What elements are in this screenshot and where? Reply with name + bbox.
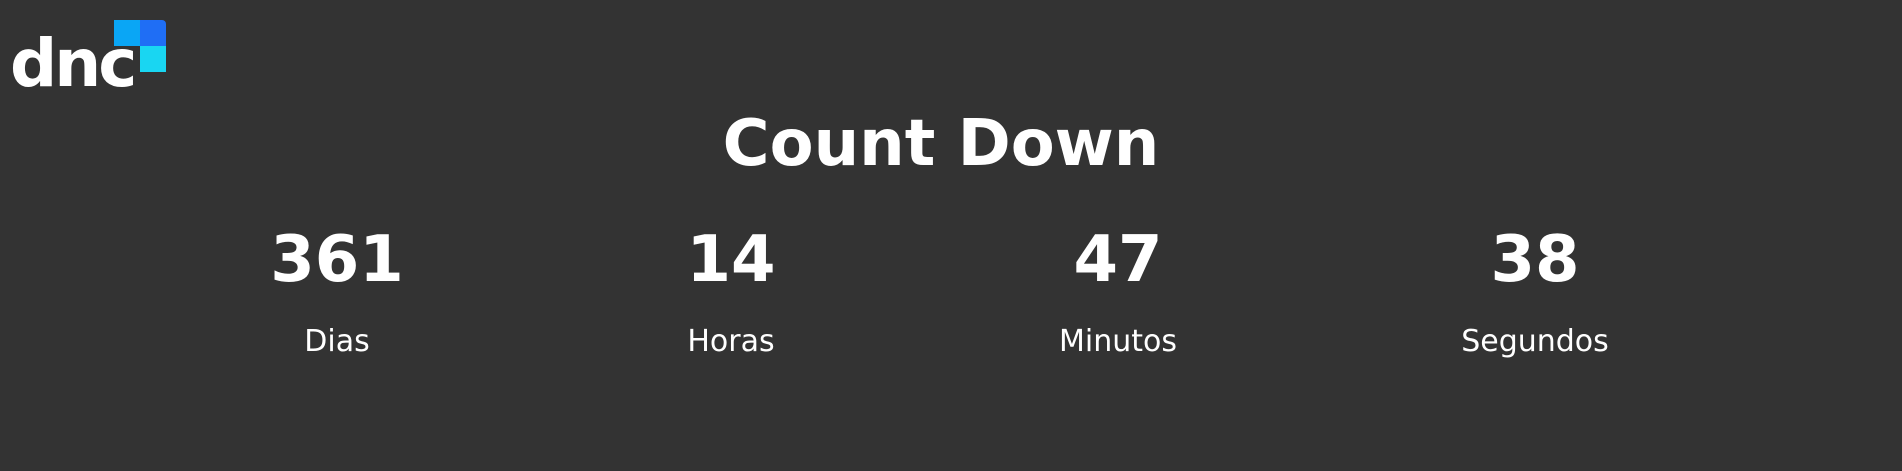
countdown-days-label: Dias xyxy=(304,324,370,359)
countdown-seconds: 38 Segundos xyxy=(1405,220,1665,362)
logo-squares-icon xyxy=(114,20,176,74)
page-title: Count Down xyxy=(722,107,1160,181)
countdown-seconds-label: Segundos xyxy=(1461,324,1609,359)
countdown-minutes: 47 Minutos xyxy=(988,220,1248,362)
logo-square-bottom-right xyxy=(140,46,166,72)
brand-logo: dnc xyxy=(10,20,170,102)
countdown-days-value: 361 xyxy=(270,223,404,297)
countdown-seconds-value: 38 xyxy=(1490,223,1580,297)
countdown-minutes-value: 47 xyxy=(1073,223,1163,297)
countdown-hours: 14 Horas xyxy=(601,220,861,362)
logo-square-top-left xyxy=(114,20,140,46)
countdown-minutes-label: Minutos xyxy=(1059,324,1177,359)
countdown-hours-value: 14 xyxy=(686,223,776,297)
countdown-hours-label: Horas xyxy=(687,324,775,359)
logo-square-top-right xyxy=(140,20,166,46)
countdown-days: 361 Dias xyxy=(207,220,467,362)
